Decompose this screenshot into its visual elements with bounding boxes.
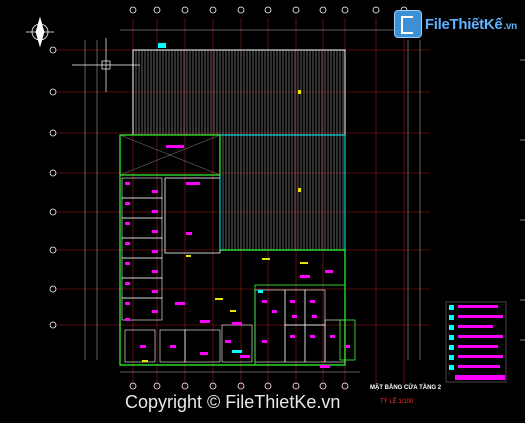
filethietke-logo: FileThiếtKế.vn <box>393 10 517 38</box>
roof-area-upper <box>132 49 346 136</box>
logo-word-1: File <box>424 15 450 33</box>
sheet-subtitle: TỶ LỆ 1/100 <box>380 399 414 405</box>
logo-domain: .vn <box>503 20 517 32</box>
logo-word-3: Kế <box>483 15 503 33</box>
logo-word-2: Thiết <box>449 15 485 33</box>
copyright-watermark: Copyright © FileThietKe.vn <box>125 392 341 412</box>
cad-drawing-canvas[interactable] <box>0 0 525 423</box>
sheet-title: MẶT BẰNG CỬA TẦNG 2 <box>370 385 442 391</box>
roof-area-lower <box>219 134 346 251</box>
roof-top-marker <box>158 43 166 48</box>
logo-file-icon <box>393 10 422 38</box>
